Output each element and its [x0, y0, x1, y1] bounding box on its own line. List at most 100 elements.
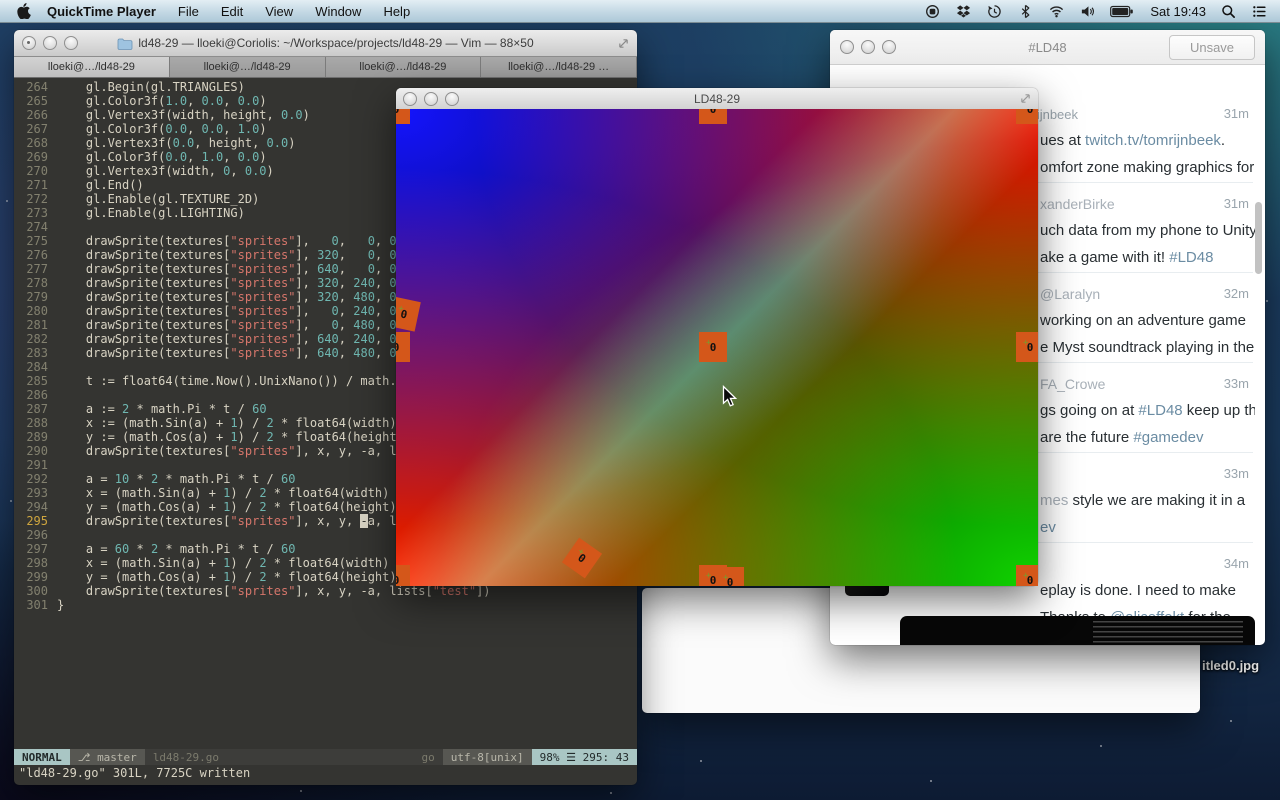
spotlight-icon[interactable]: [1220, 4, 1237, 19]
volume-icon[interactable]: [1079, 4, 1096, 19]
sprite-label: 0: [396, 109, 399, 116]
unsave-button[interactable]: Unsave: [1169, 35, 1255, 60]
active-app-name[interactable]: QuickTime Player: [47, 4, 156, 19]
tweet-image[interactable]: [900, 616, 1255, 645]
game-traffic-lights: [403, 92, 459, 106]
menu-item-window[interactable]: Window: [315, 4, 361, 19]
game-sprite: +0: [562, 538, 602, 579]
vim-encoding: utf-8[unix]: [443, 749, 532, 765]
tweet-timestamp: 31m: [1224, 196, 1249, 211]
sprite-center-marker: +: [1023, 338, 1028, 348]
code-line: 301}: [14, 598, 637, 612]
notification-center-icon[interactable]: [1251, 4, 1268, 19]
sprite-center-marker: +: [723, 573, 728, 583]
scrollbar-thumb[interactable]: [1255, 202, 1262, 274]
tweet-author[interactable]: FA_Crowe: [1040, 376, 1105, 392]
vim-mode-indicator: NORMAL: [14, 749, 70, 765]
game-canvas[interactable]: +0+0+0+0+0+0+0+0+0+0+0+0: [396, 109, 1038, 586]
tweet-text-line: ues at twitch.tv/tomrijnbeek.: [1040, 132, 1255, 149]
folder-icon: [117, 37, 133, 50]
vim-message-line: "ld48-29.go" 301L, 7725C written: [14, 766, 637, 781]
menu-item-help[interactable]: Help: [383, 4, 410, 19]
terminal-tab-bar: lloeki@…/ld48-29lloeki@…/ld48-29lloeki@……: [14, 57, 637, 78]
zoom-button[interactable]: [445, 92, 459, 106]
terminal-tab-4[interactable]: lloeki@…/ld48-29 …: [481, 57, 637, 77]
zoom-button[interactable]: [64, 36, 78, 50]
close-button[interactable]: [403, 92, 417, 106]
sprite-center-marker: +: [706, 571, 711, 581]
tweet-timestamp: 31m: [1224, 106, 1249, 121]
tweet-text-line: ev: [1040, 519, 1255, 536]
minimize-button[interactable]: [424, 92, 438, 106]
menu-item-file[interactable]: File: [178, 4, 199, 19]
game-sprite: +0: [1016, 565, 1038, 586]
sprite-label: 0: [396, 574, 399, 587]
terminal-traffic-lights: [22, 36, 78, 50]
terminal-titlebar[interactable]: ld48-29 — lloeki@Coriolis: ~/Workspace/p…: [14, 30, 637, 57]
tweet-text-line: eplay is done. I need to make: [1040, 582, 1255, 599]
vim-position: 98% ☰ 295: 43: [532, 749, 637, 765]
close-button[interactable]: [840, 40, 854, 54]
tweet-link[interactable]: #gamedev: [1133, 429, 1203, 446]
git-branch-name: master: [97, 751, 137, 764]
game-sprite: +0: [396, 565, 410, 586]
minimize-button[interactable]: [861, 40, 875, 54]
terminal-tab-1[interactable]: lloeki@…/ld48-29: [14, 57, 170, 77]
tweet-text-line: mes style we are making it in a: [1040, 492, 1255, 509]
game-titlebar[interactable]: LD48-29: [396, 88, 1038, 110]
mouse-cursor: [722, 385, 739, 409]
sprite-center-marker: +: [706, 338, 711, 348]
apple-menu-icon[interactable]: [16, 3, 31, 19]
vim-filetype: go: [414, 749, 443, 765]
code-line: 300 drawSprite(textures["sprites"], x, y…: [14, 584, 637, 598]
tweet-link[interactable]: #LD48: [1138, 402, 1182, 419]
record-stop-icon[interactable]: [924, 4, 941, 19]
time-machine-icon[interactable]: [986, 4, 1003, 19]
minimize-button[interactable]: [43, 36, 57, 50]
close-button[interactable]: [22, 36, 36, 50]
fullscreen-icon[interactable]: [618, 38, 629, 49]
wifi-icon[interactable]: [1048, 4, 1065, 19]
game-sprite: +0: [1016, 332, 1038, 362]
tweet-text-line: gs going on at #LD48 keep up the: [1040, 402, 1255, 419]
tweet-link[interactable]: twitch.tv/tomrijnbeek: [1085, 132, 1221, 149]
tweet-text-line: working on an adventure game: [1040, 312, 1255, 329]
menu-item-edit[interactable]: Edit: [221, 4, 243, 19]
desktop: itled0.jpg #LD48 Unsave Tom Rijnbeek @to…: [0, 0, 1280, 800]
tweet-author[interactable]: xanderBirke: [1040, 196, 1115, 212]
tweet-timestamp: 34m: [1224, 556, 1249, 571]
game-sprite: +0: [716, 567, 744, 586]
terminal-tab-2[interactable]: lloeki@…/ld48-29: [170, 57, 326, 77]
tweet-text-line: ake a game with it! #LD48: [1040, 249, 1255, 266]
game-window-title: LD48-29: [396, 92, 1038, 106]
game-sprite: +0: [1016, 109, 1038, 124]
tweet-author[interactable]: @Laralyn: [1040, 286, 1100, 302]
tweet-image-text: [1093, 621, 1243, 645]
tweet-timestamp: 33m: [1224, 466, 1249, 481]
tweet-text-line: e Myst soundtrack playing in the: [1040, 339, 1255, 356]
menu-bar: QuickTime Player FileEditViewWindowHelp …: [0, 0, 1280, 23]
terminal-tab-3[interactable]: lloeki@…/ld48-29: [326, 57, 482, 77]
tweet-text-line: omfort zone making graphics for: [1040, 159, 1255, 176]
fullscreen-icon[interactable]: [1020, 93, 1031, 104]
game-sprite: +0: [699, 332, 727, 362]
tweet-link[interactable]: #LD48: [1169, 249, 1213, 266]
battery-icon[interactable]: [1110, 4, 1134, 19]
game-sprite: +0: [396, 296, 421, 331]
twitter-titlebar[interactable]: #LD48 Unsave: [830, 30, 1265, 65]
terminal-window-title: ld48-29 — lloeki@Coriolis: ~/Workspace/p…: [14, 36, 637, 50]
vim-statusline: NORMAL ⎇ master ld48-29.go go utf-8[unix…: [14, 749, 637, 765]
dropbox-icon[interactable]: [955, 4, 972, 19]
tweet-link[interactable]: ev: [1040, 519, 1056, 536]
sprite-center-marker: +: [706, 109, 711, 110]
sprite-center-marker: +: [1023, 571, 1028, 581]
bluetooth-icon[interactable]: [1017, 4, 1034, 19]
menu-item-view[interactable]: View: [265, 4, 293, 19]
menu-clock[interactable]: Sat 19:43: [1150, 4, 1206, 19]
game-sprite: +0: [396, 109, 410, 124]
status-icons: [910, 4, 1134, 19]
desktop-file-label[interactable]: itled0.jpg: [1202, 658, 1259, 673]
tweet-timestamp: 32m: [1224, 286, 1249, 301]
zoom-button[interactable]: [882, 40, 896, 54]
trailing-icons: [1206, 4, 1268, 19]
